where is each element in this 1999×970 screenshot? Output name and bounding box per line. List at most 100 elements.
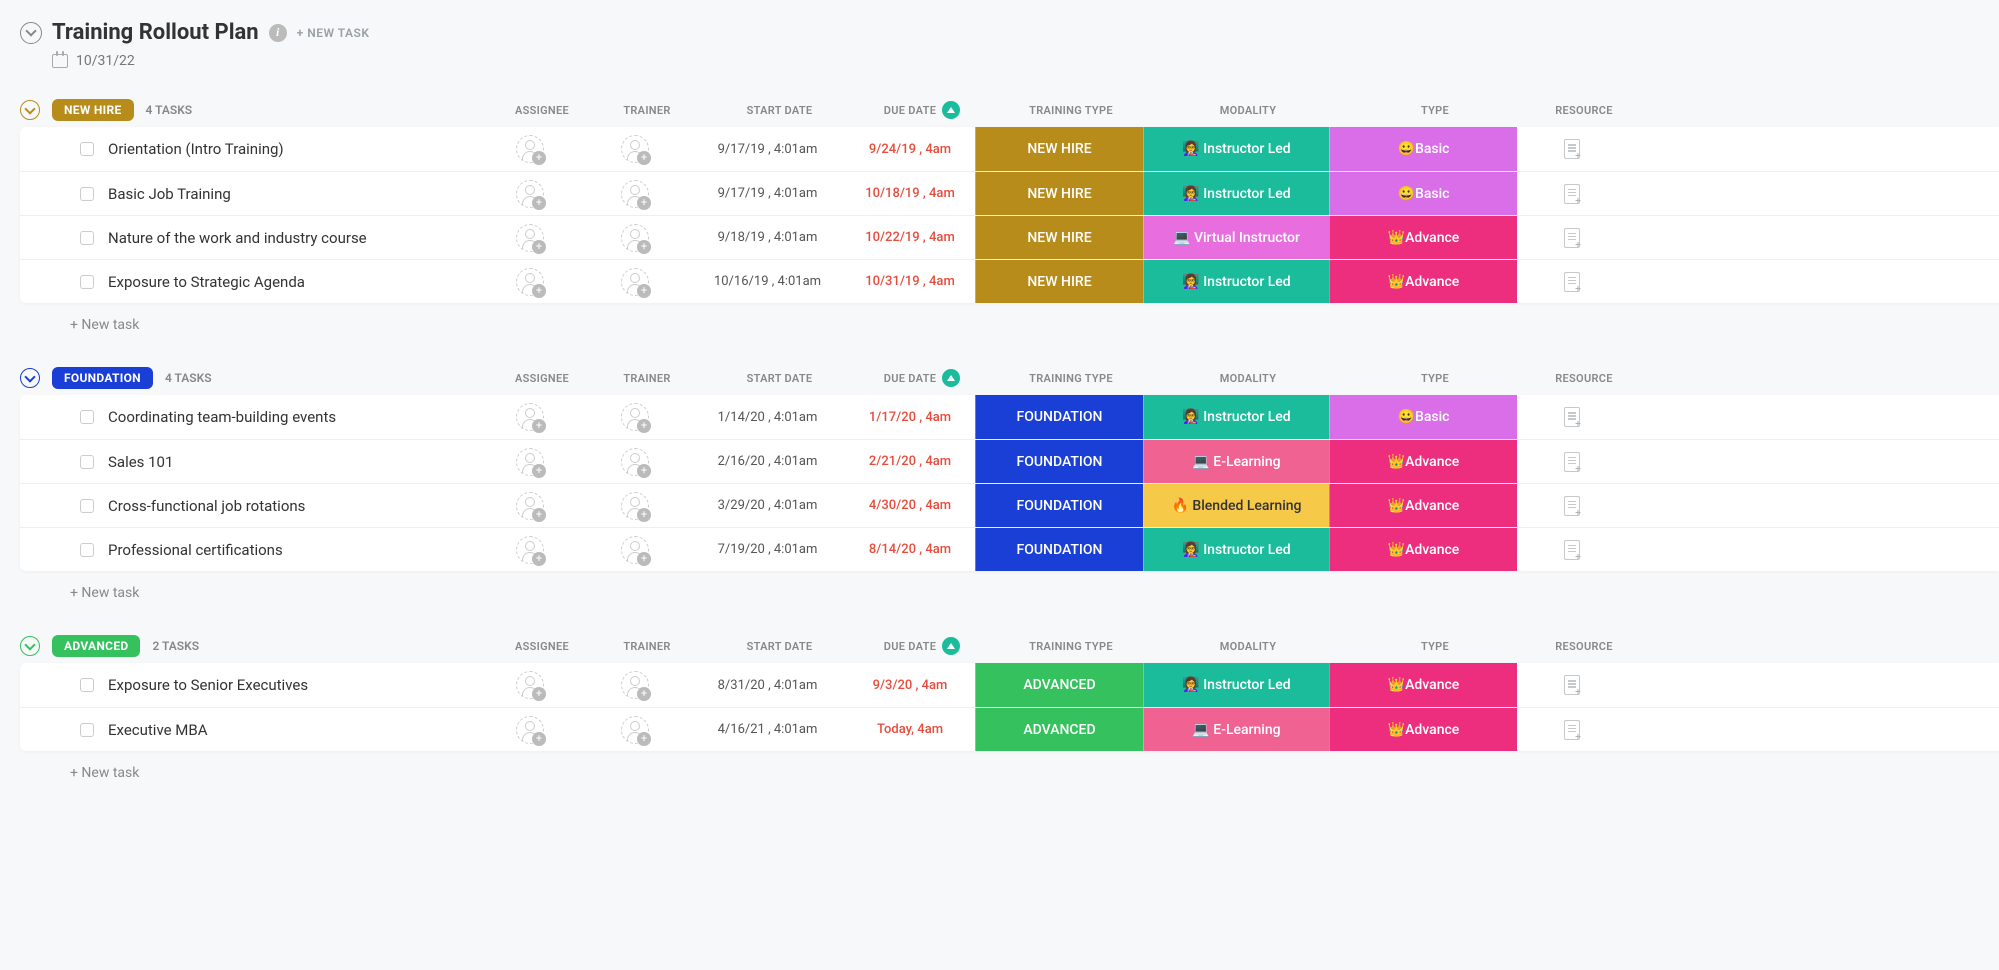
column-header-trainer[interactable]: TRAINER	[592, 372, 702, 385]
modality-tag[interactable]: 💻 E-Learning	[1143, 440, 1329, 483]
type-tag[interactable]: 👑Advance	[1329, 216, 1517, 259]
trainer-add-icon[interactable]	[621, 448, 649, 476]
column-header-type[interactable]: TYPE	[1341, 372, 1529, 385]
trainer-add-icon[interactable]	[621, 403, 649, 431]
type-tag[interactable]: 👑Advance	[1329, 708, 1517, 751]
new-task-button[interactable]: + New task	[20, 751, 1999, 781]
modality-tag[interactable]: 👩‍🏫 Instructor Led	[1143, 260, 1329, 303]
task-row[interactable]: Exposure to Senior Executives8/31/20 , 4…	[20, 663, 1999, 707]
modality-tag[interactable]: 👩‍🏫 Instructor Led	[1143, 395, 1329, 439]
column-header-start-date[interactable]: START DATE	[702, 372, 857, 385]
column-header-modality[interactable]: MODALITY	[1155, 640, 1341, 653]
column-header-start-date[interactable]: START DATE	[702, 640, 857, 653]
resource-add-icon[interactable]	[1564, 139, 1580, 159]
type-tag[interactable]: 👑Advance	[1329, 528, 1517, 571]
modality-tag[interactable]: 👩‍🏫 Instructor Led	[1143, 172, 1329, 215]
column-header-due-date[interactable]: DUE DATE	[857, 369, 987, 387]
trainer-add-icon[interactable]	[621, 536, 649, 564]
training-type-tag[interactable]: NEW HIRE	[975, 260, 1143, 303]
sort-asc-icon[interactable]	[942, 101, 960, 119]
training-type-tag[interactable]: ADVANCED	[975, 663, 1143, 707]
training-type-tag[interactable]: NEW HIRE	[975, 216, 1143, 259]
collapse-group-icon[interactable]	[20, 636, 40, 656]
status-checkbox[interactable]	[80, 142, 94, 156]
trainer-add-icon[interactable]	[621, 135, 649, 163]
type-tag[interactable]: 👑Advance	[1329, 663, 1517, 707]
column-header-assignee[interactable]: ASSIGNEE	[492, 104, 592, 117]
resource-add-icon[interactable]	[1564, 675, 1580, 695]
task-row[interactable]: Sales 1012/16/20 , 4:01am2/21/20 , 4amFO…	[20, 439, 1999, 483]
type-tag[interactable]: 😀Basic	[1329, 395, 1517, 439]
training-type-tag[interactable]: ADVANCED	[975, 708, 1143, 751]
column-header-resource[interactable]: RESOURCE	[1529, 372, 1639, 385]
status-checkbox[interactable]	[80, 723, 94, 737]
column-header-start-date[interactable]: START DATE	[702, 104, 857, 117]
column-header-modality[interactable]: MODALITY	[1155, 372, 1341, 385]
modality-tag[interactable]: 💻 E-Learning	[1143, 708, 1329, 751]
modality-tag[interactable]: 💻 Virtual Instructor	[1143, 216, 1329, 259]
trainer-add-icon[interactable]	[621, 716, 649, 744]
status-checkbox[interactable]	[80, 543, 94, 557]
resource-add-icon[interactable]	[1564, 272, 1580, 292]
status-checkbox[interactable]	[80, 678, 94, 692]
column-header-type[interactable]: TYPE	[1341, 640, 1529, 653]
training-type-tag[interactable]: FOUNDATION	[975, 395, 1143, 439]
group-badge-new-hire[interactable]: NEW HIRE	[52, 99, 134, 121]
column-header-assignee[interactable]: ASSIGNEE	[492, 640, 592, 653]
resource-add-icon[interactable]	[1564, 184, 1580, 204]
sort-asc-icon[interactable]	[942, 369, 960, 387]
column-header-trainer[interactable]: TRAINER	[592, 640, 702, 653]
assignee-add-icon[interactable]	[516, 536, 544, 564]
assignee-add-icon[interactable]	[516, 224, 544, 252]
status-checkbox[interactable]	[80, 187, 94, 201]
trainer-add-icon[interactable]	[621, 224, 649, 252]
task-row[interactable]: Professional certifications7/19/20 , 4:0…	[20, 527, 1999, 571]
assignee-add-icon[interactable]	[516, 403, 544, 431]
resource-add-icon[interactable]	[1564, 407, 1580, 427]
new-task-button[interactable]: + New task	[20, 571, 1999, 601]
training-type-tag[interactable]: NEW HIRE	[975, 172, 1143, 215]
info-icon[interactable]: i	[269, 24, 287, 42]
assignee-add-icon[interactable]	[516, 716, 544, 744]
status-checkbox[interactable]	[80, 410, 94, 424]
resource-add-icon[interactable]	[1564, 228, 1580, 248]
assignee-add-icon[interactable]	[516, 448, 544, 476]
collapse-group-icon[interactable]	[20, 100, 40, 120]
column-header-resource[interactable]: RESOURCE	[1529, 640, 1639, 653]
new-task-header-button[interactable]: + NEW TASK	[297, 26, 370, 40]
task-row[interactable]: Basic Job Training9/17/19 , 4:01am10/18/…	[20, 171, 1999, 215]
training-type-tag[interactable]: FOUNDATION	[975, 484, 1143, 527]
type-tag[interactable]: 👑Advance	[1329, 260, 1517, 303]
modality-tag[interactable]: 👩‍🏫 Instructor Led	[1143, 127, 1329, 171]
collapse-group-icon[interactable]	[20, 368, 40, 388]
column-header-assignee[interactable]: ASSIGNEE	[492, 372, 592, 385]
column-header-modality[interactable]: MODALITY	[1155, 104, 1341, 117]
column-header-due-date[interactable]: DUE DATE	[857, 637, 987, 655]
group-badge-advanced[interactable]: ADVANCED	[52, 635, 140, 657]
column-header-trainer[interactable]: TRAINER	[592, 104, 702, 117]
task-row[interactable]: Orientation (Intro Training)9/17/19 , 4:…	[20, 127, 1999, 171]
modality-tag[interactable]: 👩‍🏫 Instructor Led	[1143, 663, 1329, 707]
column-header-training-type[interactable]: TRAINING TYPE	[987, 372, 1155, 385]
type-tag[interactable]: 👑Advance	[1329, 440, 1517, 483]
column-header-training-type[interactable]: TRAINING TYPE	[987, 104, 1155, 117]
collapse-plan-icon[interactable]	[20, 22, 42, 44]
type-tag[interactable]: 😀Basic	[1329, 172, 1517, 215]
status-checkbox[interactable]	[80, 275, 94, 289]
column-header-resource[interactable]: RESOURCE	[1529, 104, 1639, 117]
trainer-add-icon[interactable]	[621, 180, 649, 208]
training-type-tag[interactable]: NEW HIRE	[975, 127, 1143, 171]
training-type-tag[interactable]: FOUNDATION	[975, 528, 1143, 571]
assignee-add-icon[interactable]	[516, 268, 544, 296]
group-badge-foundation[interactable]: FOUNDATION	[52, 367, 153, 389]
status-checkbox[interactable]	[80, 455, 94, 469]
task-row[interactable]: Exposure to Strategic Agenda10/16/19 , 4…	[20, 259, 1999, 303]
resource-add-icon[interactable]	[1564, 452, 1580, 472]
task-row[interactable]: Coordinating team-building events1/14/20…	[20, 395, 1999, 439]
type-tag[interactable]: 😀Basic	[1329, 127, 1517, 171]
type-tag[interactable]: 👑Advance	[1329, 484, 1517, 527]
task-row[interactable]: Executive MBA4/16/21 , 4:01amToday, 4amA…	[20, 707, 1999, 751]
new-task-button[interactable]: + New task	[20, 303, 1999, 333]
trainer-add-icon[interactable]	[621, 671, 649, 699]
assignee-add-icon[interactable]	[516, 180, 544, 208]
